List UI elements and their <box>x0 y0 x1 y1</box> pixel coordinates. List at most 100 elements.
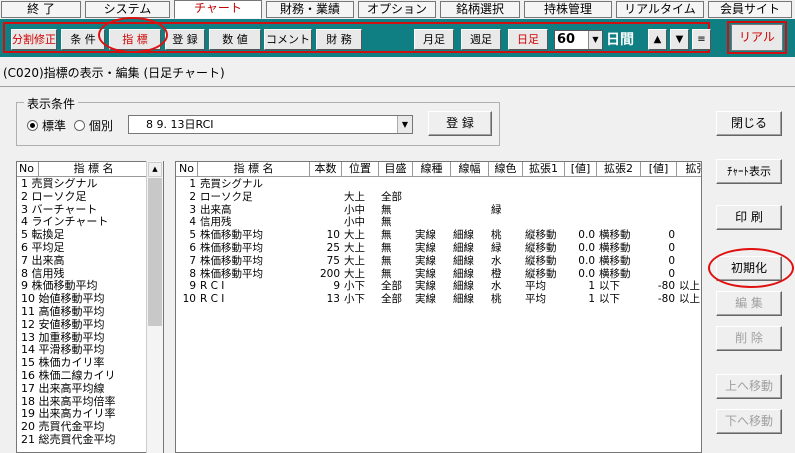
realtime-button[interactable]: リアル <box>731 24 783 51</box>
comment-button[interactable]: コメント <box>264 29 312 50</box>
table-cell <box>679 242 701 254</box>
period-count-select[interactable]: 60 ▼ <box>554 30 603 50</box>
table-cell: 横移動 <box>599 254 631 267</box>
table-row[interactable]: 2 ローソク足 大上 全部 <box>176 190 701 203</box>
list-item[interactable]: 5 転換足 <box>21 229 65 241</box>
indicator-list-scrollbar[interactable]: ▲ <box>146 161 163 453</box>
condition-select[interactable]: 8 9. 13日RCI ▼ <box>128 115 413 134</box>
table-row[interactable]: 1 売買シグナル <box>176 178 701 190</box>
table-cell <box>679 216 701 228</box>
menu-tab-exit[interactable]: 終 了 <box>1 1 81 18</box>
indicator-table[interactable]: No指 標 名本数位置目盛線種線幅線色拡張1[値]拡張2[値]拡張 1売買シグナ… <box>175 161 702 453</box>
scroll-up-icon[interactable]: ▲ <box>148 162 162 177</box>
list-item[interactable]: 9 株価移動平均 <box>21 280 98 292</box>
col-header: [値] <box>565 162 597 177</box>
daily-button[interactable]: 日足 <box>508 29 548 50</box>
radio-standard[interactable] <box>27 120 38 131</box>
weekly-button[interactable]: 週足 <box>461 29 501 50</box>
list-item[interactable]: 19 出来高カイリ率 <box>21 408 116 420</box>
list-item[interactable]: 18 出来高平均倍率 <box>21 395 116 408</box>
list-item[interactable]: 16 株価二線カイリ <box>21 370 116 382</box>
table-cell: -80 <box>657 280 675 293</box>
list-item[interactable]: 13 加重移動平均 <box>21 331 105 344</box>
chevron-down-icon[interactable]: ▼ <box>588 31 602 49</box>
table-cell <box>525 178 563 190</box>
conditions-legend: 表示条件 <box>24 95 79 112</box>
table-row[interactable]: 9 R C I 9 小下 全部 実線 細線 水 平均 1 以下 -80 以上 <box>176 280 701 293</box>
toolbar-frame: 分割修正 条 件 指 標 登 録 数 値 コメント 財 務 月足 週足 日足 6… <box>3 22 711 53</box>
conditions-button[interactable]: 条 件 <box>61 29 105 50</box>
chevron-down-icon[interactable]: ▼ <box>397 116 412 133</box>
table-row[interactable]: 3 出来高 小中 無 緑 <box>176 204 701 216</box>
table-cell: 大上 <box>344 267 365 280</box>
table-cell <box>312 216 340 228</box>
menu-tab-system[interactable]: システム <box>85 1 170 18</box>
table-cell: 大上 <box>344 190 365 203</box>
list-item[interactable]: 20 売買代金平均 <box>21 421 105 433</box>
table-cell <box>312 191 340 203</box>
list-item[interactable]: 6 平均足 <box>21 242 65 254</box>
list-item[interactable]: 12 安値移動平均 <box>21 318 105 331</box>
list-item[interactable]: 10 始値移動平均 <box>21 293 105 305</box>
menu-tab-holdings[interactable]: 持株管理 <box>524 1 612 18</box>
radio-individual[interactable] <box>74 120 85 131</box>
list-item[interactable]: 2 ローソク足 <box>21 190 87 203</box>
table-row[interactable]: 10 R C I 13 小下 全部 実線 細線 桃 平均 1 以下 -80 以上 <box>176 293 701 306</box>
list-item[interactable]: 1 売買シグナル <box>21 178 98 190</box>
table-row[interactable]: 6 株価移動平均 25 大上 無 実線 細線 緑 縦移動 0.0 横移動 0 <box>176 242 701 254</box>
menu-tab-member-site[interactable]: 会員サイト <box>708 1 792 18</box>
move-down-button[interactable]: 下へ移動 <box>716 409 782 434</box>
scroll-thumb[interactable] <box>148 178 162 326</box>
move-up-button[interactable]: 上へ移動 <box>716 374 782 399</box>
menu-tab-finance[interactable]: 財務・業績 <box>266 1 354 18</box>
table-cell <box>567 178 595 190</box>
list-item[interactable]: 14 平滑移動平均 <box>21 344 105 356</box>
condition-select-value: 8 9. 13日RCI <box>146 118 214 131</box>
indicator-button[interactable]: 指 標 <box>109 29 161 50</box>
table-cell: 0 <box>668 254 675 267</box>
table-cell: 10 <box>326 229 340 242</box>
table-cell: 75 <box>326 254 340 267</box>
finance-button[interactable]: 財 務 <box>316 29 362 50</box>
list-item[interactable]: 11 高値移動平均 <box>21 306 105 318</box>
arrow-up-button[interactable]: ▲ <box>648 29 667 50</box>
table-cell: 株価移動平均 <box>200 254 263 267</box>
list-item[interactable]: 8 信用残 <box>21 267 65 280</box>
initialize-button[interactable]: 初期化 <box>716 256 782 281</box>
table-row[interactable]: 4 信用残 小中 無 <box>176 216 701 228</box>
list-item[interactable]: 7 出来高 <box>21 254 65 267</box>
table-cell: 0.0 <box>578 242 595 254</box>
menu-tab-realtime[interactable]: リアルタイム <box>616 1 704 18</box>
table-row[interactable]: 7 株価移動平均 75 大上 無 実線 細線 水 縦移動 0.0 横移動 0 <box>176 254 701 267</box>
table-cell: 200 <box>319 267 340 280</box>
col-header: No <box>176 162 198 177</box>
table-cell: 桃 <box>491 229 502 242</box>
menu-tab-chart[interactable]: チャート <box>174 0 262 19</box>
menu-tab-options[interactable]: オプション <box>358 1 436 18</box>
list-item[interactable]: 21 総売買代金平均 <box>21 434 116 446</box>
print-button[interactable]: 印 刷 <box>716 205 782 230</box>
close-button[interactable]: 閉じる <box>716 111 782 136</box>
table-row[interactable]: 5 株価移動平均 10 大上 無 実線 細線 桃 縦移動 0.0 横移動 0 <box>176 229 701 242</box>
table-cell: 13 <box>326 293 340 306</box>
arrow-down-button[interactable]: ▼ <box>670 29 689 50</box>
edit-button[interactable]: 編 集 <box>716 291 782 316</box>
split-adjust-button[interactable]: 分割修正 <box>11 29 57 50</box>
table-cell <box>599 216 639 228</box>
list-item[interactable]: 15 株価カイリ率 <box>21 357 105 369</box>
menu-bar: 終 了 システム チャート 財務・業績 オプション 銘柄選択 持株管理 リアルタ… <box>0 0 795 19</box>
list-item[interactable]: 3 バーチャート <box>21 203 97 216</box>
list-item[interactable]: 4 ラインチャート <box>21 216 108 228</box>
table-cell: 0 <box>668 229 675 242</box>
indicator-list[interactable]: No 指 標 名 1 売買シグナル 2 ローソク足 3 バーチャート 4 ラインチャー… <box>16 161 164 453</box>
menu-icon[interactable]: ≡ <box>692 29 711 50</box>
register-button[interactable]: 登 録 <box>165 29 205 50</box>
table-row[interactable]: 8 株価移動平均 200 大上 無 実線 細線 橙 縦移動 0.0 横移動 0 <box>176 267 701 280</box>
menu-tab-stock-select[interactable]: 銘柄選択 <box>440 1 520 18</box>
values-button[interactable]: 数 値 <box>209 29 261 50</box>
condition-register-button[interactable]: 登 録 <box>428 111 492 136</box>
delete-button[interactable]: 削 除 <box>716 326 782 351</box>
chart-display-button[interactable]: ﾁｬｰﾄ表示 <box>716 159 782 184</box>
monthly-button[interactable]: 月足 <box>414 29 454 50</box>
list-item[interactable]: 17 出来高平均線 <box>21 382 105 395</box>
